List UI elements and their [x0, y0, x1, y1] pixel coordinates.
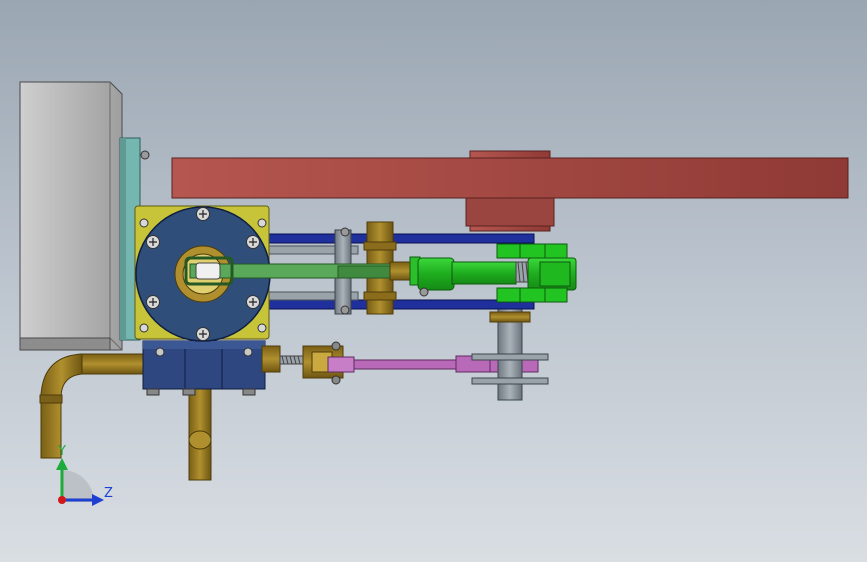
coordinate-triad: Y Z	[56, 444, 113, 506]
cad-viewport[interactable]: Y Z	[0, 0, 867, 562]
flywheel-rim[interactable]	[171, 157, 849, 199]
y-axis-label: Y	[57, 444, 66, 459]
crankshaft-column[interactable]	[471, 299, 549, 401]
z-axis-label: Z	[104, 486, 113, 501]
crosshead[interactable]	[389, 243, 577, 303]
valve-chest[interactable]	[142, 340, 266, 396]
steam-engine-model[interactable]: Y Z	[0, 0, 867, 562]
gearbox-housing[interactable]	[19, 81, 123, 351]
steam-pipe[interactable]	[39, 353, 147, 459]
